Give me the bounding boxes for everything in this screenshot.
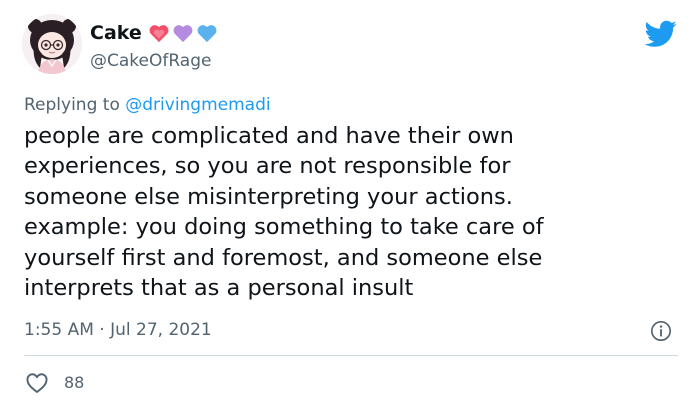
info-icon[interactable] bbox=[650, 320, 672, 342]
avatar-illustration bbox=[22, 14, 82, 74]
twitter-bird-icon[interactable] bbox=[645, 20, 677, 48]
replying-to-label: Replying to bbox=[24, 95, 126, 115]
tweet-text: people are complicated and have their ow… bbox=[24, 121, 674, 303]
tweet-text-line: experiences, so you are not responsible … bbox=[24, 153, 511, 180]
blue-heart-icon bbox=[197, 25, 217, 43]
display-name[interactable]: Cake bbox=[90, 20, 142, 46]
author-name-row: Cake bbox=[90, 20, 218, 46]
user-handle[interactable]: @CakeOfRage bbox=[90, 49, 211, 73]
like-count: 88 bbox=[64, 373, 85, 392]
tweet-text-line: someone else misinterpreting your action… bbox=[24, 183, 513, 210]
tweet-text-line: interprets that as a personal insult bbox=[24, 275, 414, 302]
tweet-text-line: yourself first and foremost, and someone… bbox=[24, 244, 543, 271]
heart-outline-icon[interactable] bbox=[25, 372, 49, 394]
name-emoji-group bbox=[148, 23, 218, 43]
tweet-timestamp[interactable]: 1:55 AM · Jul 27, 2021 bbox=[24, 318, 212, 342]
purple-heart-icon bbox=[173, 25, 193, 43]
tweet-text-line: people are complicated and have their ow… bbox=[24, 123, 514, 149]
replying-to-line: Replying to @drivingmemadi bbox=[24, 93, 271, 117]
red-heart-icon bbox=[149, 25, 169, 43]
divider bbox=[24, 355, 678, 356]
reply-mention-link[interactable]: @drivingmemadi bbox=[125, 95, 270, 115]
avatar[interactable] bbox=[22, 14, 82, 74]
tweet-text-line: example: you doing something to take car… bbox=[24, 214, 544, 241]
